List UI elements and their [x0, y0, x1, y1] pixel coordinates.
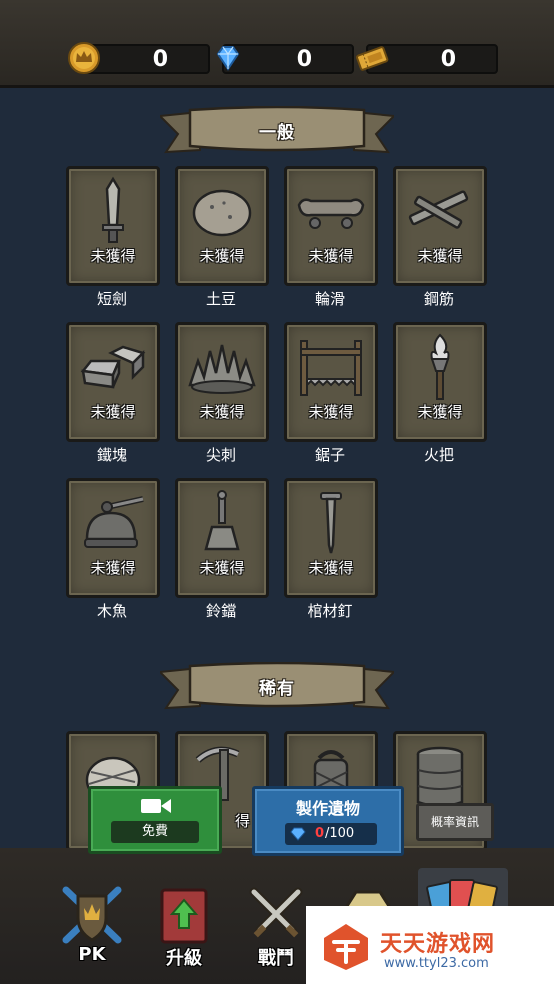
- craft-title: 製作遺物: [295, 799, 360, 818]
- diamond-counter: 0: [216, 44, 354, 74]
- resource-bar: 0 0 0: [0, 0, 554, 88]
- item-card-saw[interactable]: 未獲得: [284, 322, 378, 442]
- item-name: 火把: [423, 446, 454, 464]
- craft-cost: 0 /100: [285, 823, 377, 845]
- short-sword-icon: [102, 176, 124, 243]
- craft-relic-button[interactable]: 製作遺物 0 /100: [252, 786, 404, 856]
- tab-label: PK: [78, 944, 106, 965]
- wooden-fish-icon: [84, 496, 144, 548]
- item-name: 鋼筋: [423, 290, 454, 308]
- item-status: 未獲得: [199, 559, 245, 577]
- tab-pk[interactable]: PK: [52, 880, 132, 976]
- site-logo-icon: [324, 924, 368, 970]
- craft-cost-current: 0: [315, 826, 325, 841]
- item-status: 未獲得: [199, 403, 245, 421]
- craft-cost-total: /100: [325, 826, 355, 841]
- item-name: 鈴鐺: [205, 602, 236, 620]
- item-name: 尖刺: [205, 446, 236, 464]
- section-ribbon-common: 一般: [160, 106, 394, 158]
- bell-icon: [204, 490, 240, 551]
- tab-label: 戰鬥: [258, 948, 294, 969]
- section-ribbon-rare: 稀有: [160, 662, 394, 714]
- ticket-value: 0: [440, 47, 456, 72]
- item-card-skateboard[interactable]: 未獲得: [284, 166, 378, 286]
- item-status: 未獲得: [308, 559, 354, 577]
- item-card-short-sword[interactable]: 未獲得: [66, 166, 160, 286]
- item-name: 鐵塊: [96, 446, 127, 464]
- item-name: 短劍: [96, 290, 127, 308]
- watermark-title: 天天游戏网: [380, 932, 496, 957]
- section-title: 一般: [259, 123, 295, 143]
- item-name: 棺材釘: [307, 602, 353, 620]
- skateboard-icon: [297, 198, 365, 229]
- item-status: 未獲得: [199, 247, 245, 265]
- item-status: 未獲得: [417, 403, 463, 421]
- item-status: 未獲得: [90, 559, 136, 577]
- item-card-steel-bar[interactable]: 未獲得: [393, 166, 487, 286]
- odds-info-button[interactable]: 概率資訊: [416, 803, 494, 841]
- ticket-counter: 0: [356, 44, 498, 74]
- diamond-icon: [216, 46, 240, 71]
- torch-icon: [430, 333, 450, 400]
- spike-icon: [188, 344, 256, 394]
- item-card-bell[interactable]: 未獲得: [175, 478, 269, 598]
- item-card-torch[interactable]: 未獲得: [393, 322, 487, 442]
- item-name: 木魚: [96, 602, 127, 620]
- barrel-icon: [416, 746, 464, 808]
- crown-coin-icon: [68, 42, 100, 74]
- diamond-icon: [290, 827, 306, 841]
- item-status: 未獲得: [308, 403, 354, 421]
- upgrade-book-icon: [160, 888, 208, 944]
- item-card-spike[interactable]: 未獲得: [175, 322, 269, 442]
- tab-label: 升級: [166, 948, 202, 969]
- coin-counter: 0: [68, 42, 210, 74]
- free-watch-ad-button[interactable]: 免費: [88, 786, 222, 854]
- item-name: 鋸子: [314, 446, 345, 464]
- section-title: 稀有: [259, 679, 295, 699]
- item-status: 未獲得: [90, 403, 136, 421]
- battle-swords-icon: [249, 887, 303, 938]
- coffin-nail-icon: [320, 492, 342, 554]
- diamond-value: 0: [296, 47, 312, 72]
- item-status: 未獲得: [90, 247, 136, 265]
- free-label: 免費: [111, 821, 199, 843]
- item-card-wooden-fish[interactable]: 未獲得: [66, 478, 160, 598]
- potato-icon: [192, 189, 252, 237]
- item-status: 未獲得: [308, 247, 354, 265]
- ticket-icon: [356, 46, 389, 71]
- coin-value: 0: [152, 47, 168, 72]
- item-card-iron-block[interactable]: 未獲得: [66, 322, 160, 442]
- watermark-url: www.ttyl23.com: [384, 956, 489, 971]
- pk-shield-icon: [62, 886, 122, 944]
- steel-bar-icon: [408, 190, 469, 229]
- site-watermark: 天天游戏网 www.ttyl23.com: [306, 906, 554, 984]
- saw-icon: [300, 340, 362, 396]
- item-card-coffin-nail[interactable]: 未獲得: [284, 478, 378, 598]
- item-name: 輪滑: [314, 290, 345, 308]
- item-name: 土豆: [205, 290, 236, 308]
- tab-battle[interactable]: 戰鬥: [236, 880, 316, 976]
- iron-block-icon: [80, 345, 146, 389]
- item-card-potato[interactable]: 未獲得: [175, 166, 269, 286]
- tab-upgrade[interactable]: 升級: [144, 880, 224, 976]
- item-status: 未獲得: [417, 247, 463, 265]
- video-camera-icon: [141, 799, 171, 813]
